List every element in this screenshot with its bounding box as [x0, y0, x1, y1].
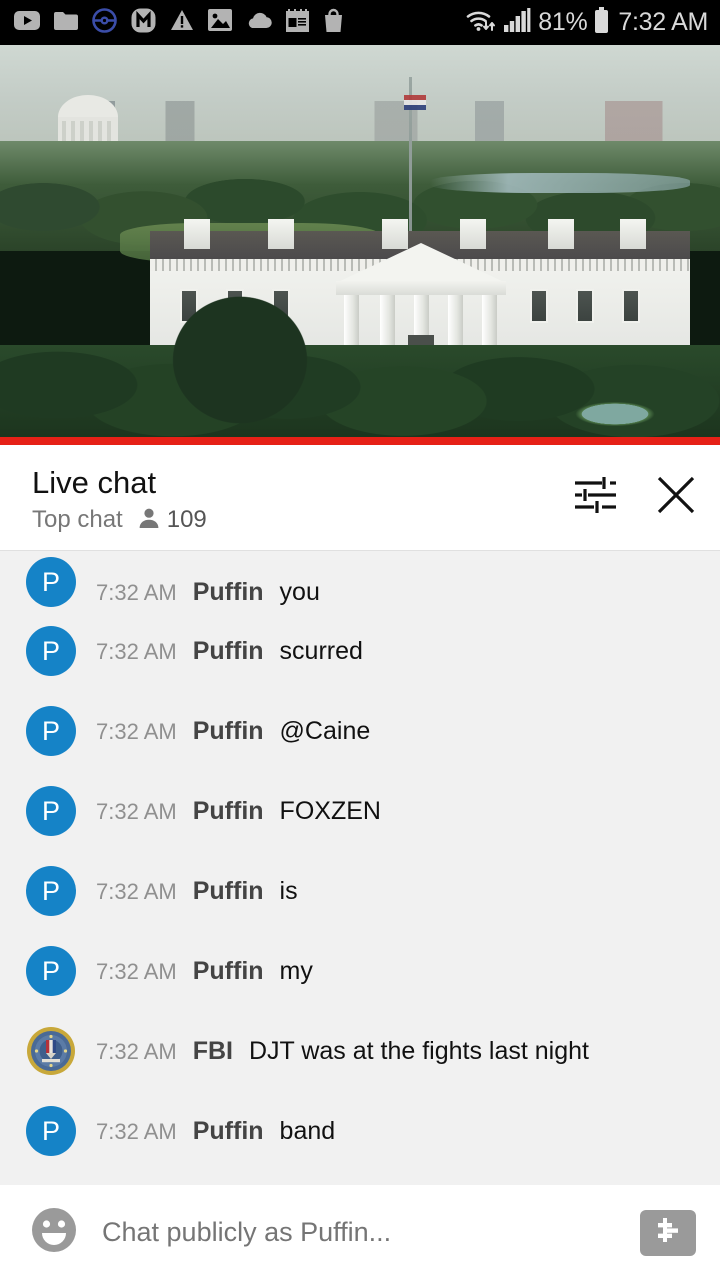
live-chat-header-actions: [572, 467, 698, 522]
message-text: @Caine: [279, 716, 371, 745]
video-progress-fill: [0, 437, 720, 445]
message-text: FOXZEN: [279, 796, 381, 825]
message-timestamp: 7:32 AM: [96, 878, 177, 904]
chat-settings-sliders-icon[interactable]: [572, 474, 618, 521]
live-chat-subheader: Top chat 109: [32, 506, 207, 535]
viewer-count-label: 109: [166, 506, 207, 534]
chat-message: 7:32 AM Puffin you: [96, 578, 320, 607]
folder-icon: [54, 11, 78, 35]
avatar[interactable]: P: [26, 786, 76, 836]
avatar[interactable]: P: [26, 706, 76, 756]
message-author[interactable]: Puffin: [193, 797, 264, 826]
message-text: DJT was at the fights last night: [249, 1036, 589, 1065]
american-flag: [404, 95, 426, 110]
message-author[interactable]: Puffin: [193, 578, 264, 607]
message-author[interactable]: Puffin: [193, 1117, 264, 1146]
chat-message: 7:32 AM Puffin band: [96, 1117, 335, 1146]
fbi-seal-icon: [27, 1027, 75, 1075]
chat-message: 7:32 AM Puffin scurred: [96, 637, 363, 666]
youtube-play-icon: [14, 10, 40, 35]
messenger-m-icon: [131, 8, 156, 38]
message-timestamp: 7:32 AM: [96, 580, 177, 605]
list-item[interactable]: P 7:32 AM Puffin @Caine: [0, 691, 720, 771]
avatar[interactable]: P: [26, 866, 76, 916]
chat-message: 7:32 AM Puffin is: [96, 877, 298, 906]
emoji-smiley-icon[interactable]: [28, 1204, 80, 1261]
message-author[interactable]: Puffin: [193, 957, 264, 986]
message-timestamp: 7:32 AM: [96, 958, 177, 984]
portico-pediment: [336, 243, 506, 283]
person-icon: [137, 506, 161, 535]
live-chat-message-list[interactable]: P 7:32 AM Puffin you P 7:32 AM Puffin sc…: [0, 550, 720, 1185]
window: [622, 289, 640, 323]
photo-icon: [208, 9, 232, 36]
avatar[interactable]: P: [26, 626, 76, 676]
message-text: scurred: [279, 636, 363, 665]
live-chat-header: Live chat Top chat 109: [0, 445, 720, 550]
chimney: [548, 219, 574, 249]
message-timestamp: 7:32 AM: [96, 718, 177, 744]
message-timestamp: 7:32 AM: [96, 638, 177, 664]
video-large-tree: [150, 275, 330, 445]
avatar[interactable]: P: [26, 557, 76, 607]
chat-message: 7:32 AM Puffin my: [96, 957, 313, 986]
pokeball-icon: [92, 7, 117, 38]
list-item[interactable]: 7:32 AM FBI DJT was at the fights last n…: [0, 1011, 720, 1091]
dollar-sign-icon: [652, 1214, 684, 1251]
video-progress-bar[interactable]: [0, 437, 720, 445]
video-river: [430, 173, 690, 193]
avatar[interactable]: [26, 1026, 76, 1076]
portico-entablature: [336, 281, 506, 295]
live-chat-header-text: Live chat Top chat 109: [32, 465, 207, 535]
video-fountain: [560, 397, 670, 431]
notepad-icon: [286, 8, 309, 37]
wifi-data-transfer-icon: [465, 7, 497, 38]
status-bar-notification-icons: [14, 7, 344, 38]
list-item[interactable]: P 7:32 AM Puffin band: [0, 1091, 720, 1171]
message-timestamp: 7:32 AM: [96, 798, 177, 824]
message-text: is: [279, 876, 298, 905]
avatar[interactable]: P: [26, 1106, 76, 1156]
message-author[interactable]: FBI: [193, 1037, 233, 1066]
list-item[interactable]: P 7:32 AM Puffin is: [0, 851, 720, 931]
status-bar: 81% 7:32 AM: [0, 0, 720, 45]
chat-input[interactable]: [102, 1217, 618, 1248]
chat-mode-label[interactable]: Top chat: [32, 506, 123, 534]
chimney: [268, 219, 294, 249]
close-icon[interactable]: [654, 473, 698, 522]
list-item[interactable]: P 7:32 AM Puffin my: [0, 931, 720, 1011]
shopping-bag-icon: [323, 8, 344, 37]
battery-icon: [594, 7, 609, 38]
chimney: [620, 219, 646, 249]
message-text: my: [279, 956, 313, 985]
status-bar-system-icons: 81% 7:32 AM: [465, 7, 708, 38]
list-item[interactable]: P 7:32 AM Puffin scurred: [0, 611, 720, 691]
status-bar-clock: 7:32 AM: [618, 8, 708, 36]
window: [530, 289, 548, 323]
super-chat-button[interactable]: [640, 1209, 696, 1256]
message-author[interactable]: Puffin: [193, 877, 264, 906]
message-timestamp: 7:32 AM: [96, 1118, 177, 1144]
chat-input-bar: [0, 1185, 720, 1280]
warning-triangle-icon: [170, 9, 194, 36]
message-text: you: [279, 578, 320, 606]
list-item[interactable]: P 7:32 AM Puffin FOXZEN: [0, 771, 720, 851]
chat-message: 7:32 AM Puffin FOXZEN: [96, 797, 381, 826]
video-player[interactable]: [0, 45, 720, 445]
viewer-count-group: 109: [137, 506, 207, 535]
avatar[interactable]: P: [26, 946, 76, 996]
list-item[interactable]: P 7:32 AM Puffin you: [0, 555, 720, 611]
page-title: Live chat: [32, 465, 157, 500]
cloud-icon: [246, 12, 272, 34]
message-timestamp: 7:32 AM: [96, 1038, 177, 1064]
cellular-signal-icon: [504, 8, 531, 37]
battery-percentage-label: 81%: [538, 8, 588, 36]
window: [576, 289, 594, 323]
message-author[interactable]: Puffin: [193, 637, 264, 666]
chimney: [184, 219, 210, 249]
message-author[interactable]: Puffin: [193, 717, 264, 746]
message-text: band: [279, 1116, 336, 1145]
chat-message: 7:32 AM Puffin @Caine: [96, 717, 370, 746]
chat-message: 7:32 AM FBI DJT was at the fights last n…: [96, 1037, 589, 1066]
